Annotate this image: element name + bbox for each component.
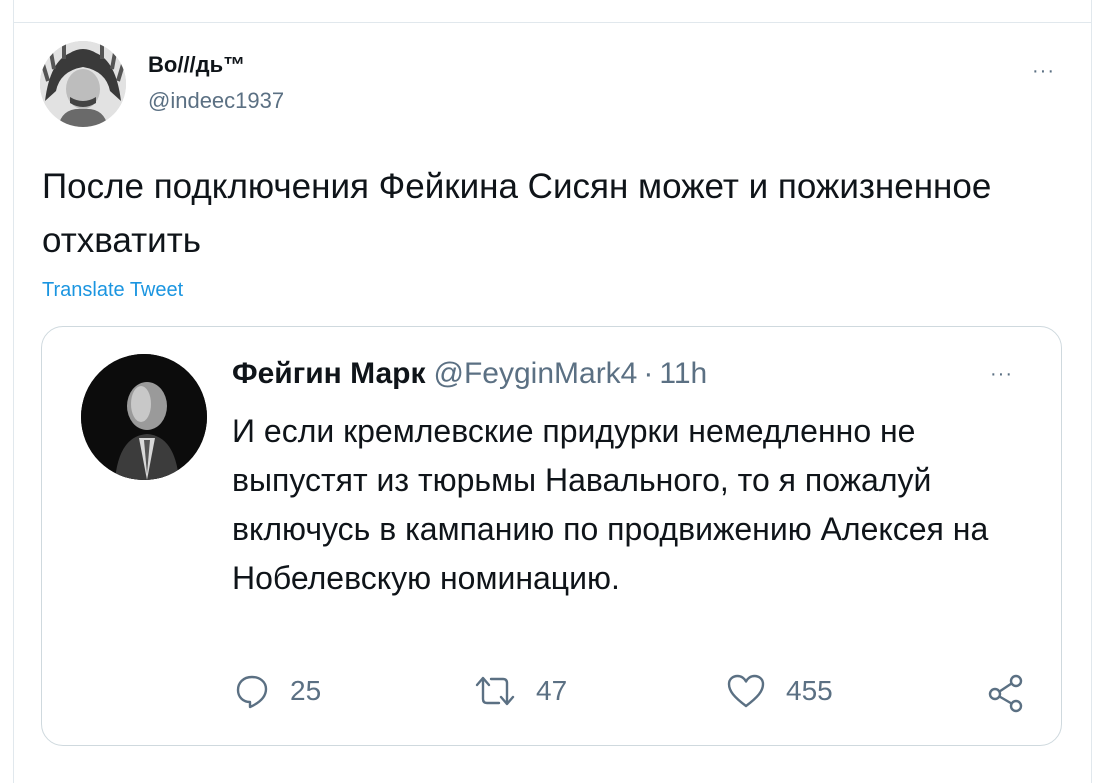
translate-tweet-link[interactable]: Translate Tweet: [42, 279, 183, 302]
quoted-author-name[interactable]: Фейгин Марк: [232, 357, 426, 390]
action-bar: 25 47 455: [42, 673, 1061, 723]
header-separator: ·: [643, 357, 654, 390]
reply-button[interactable]: 25: [234, 673, 321, 709]
quoted-author-handle[interactable]: @FeyginMark4: [434, 357, 638, 390]
author-handle[interactable]: @indeec1937: [148, 88, 284, 114]
top-border: [13, 0, 1092, 22]
reply-count: 25: [290, 675, 322, 706]
author-avatar[interactable]: [40, 41, 126, 127]
like-count: 455: [786, 675, 833, 706]
quoted-avatar[interactable]: [81, 354, 207, 480]
tweet-text: После подключения Фейкина Сисян может и …: [42, 167, 992, 260]
avatar-icon: [40, 41, 126, 127]
quoted-header: Фейгин Марк @FeyginMark4 · 11h: [232, 357, 707, 391]
like-icon: [727, 674, 765, 708]
reply-icon: [236, 675, 268, 709]
quoted-timestamp[interactable]: 11h: [659, 357, 707, 390]
share-icon: [988, 674, 1023, 713]
share-button[interactable]: [986, 673, 1026, 713]
retweet-count: 47: [536, 675, 568, 706]
more-options-button[interactable]: ···: [1032, 60, 1055, 83]
like-button[interactable]: 455: [726, 673, 833, 709]
author-display-name[interactable]: Во///дь™: [148, 52, 245, 78]
quoted-more-options-button[interactable]: ···: [990, 363, 1013, 386]
quoted-tweet-text: И если кремлевские придурки немедленно н…: [232, 413, 989, 596]
retweet-button[interactable]: 47: [474, 673, 567, 709]
avatar-icon: [81, 354, 207, 480]
retweet-icon: [475, 676, 515, 706]
quoted-tweet[interactable]: Фейгин Марк @FeyginMark4 · 11h ··· И если к…: [41, 326, 1062, 746]
